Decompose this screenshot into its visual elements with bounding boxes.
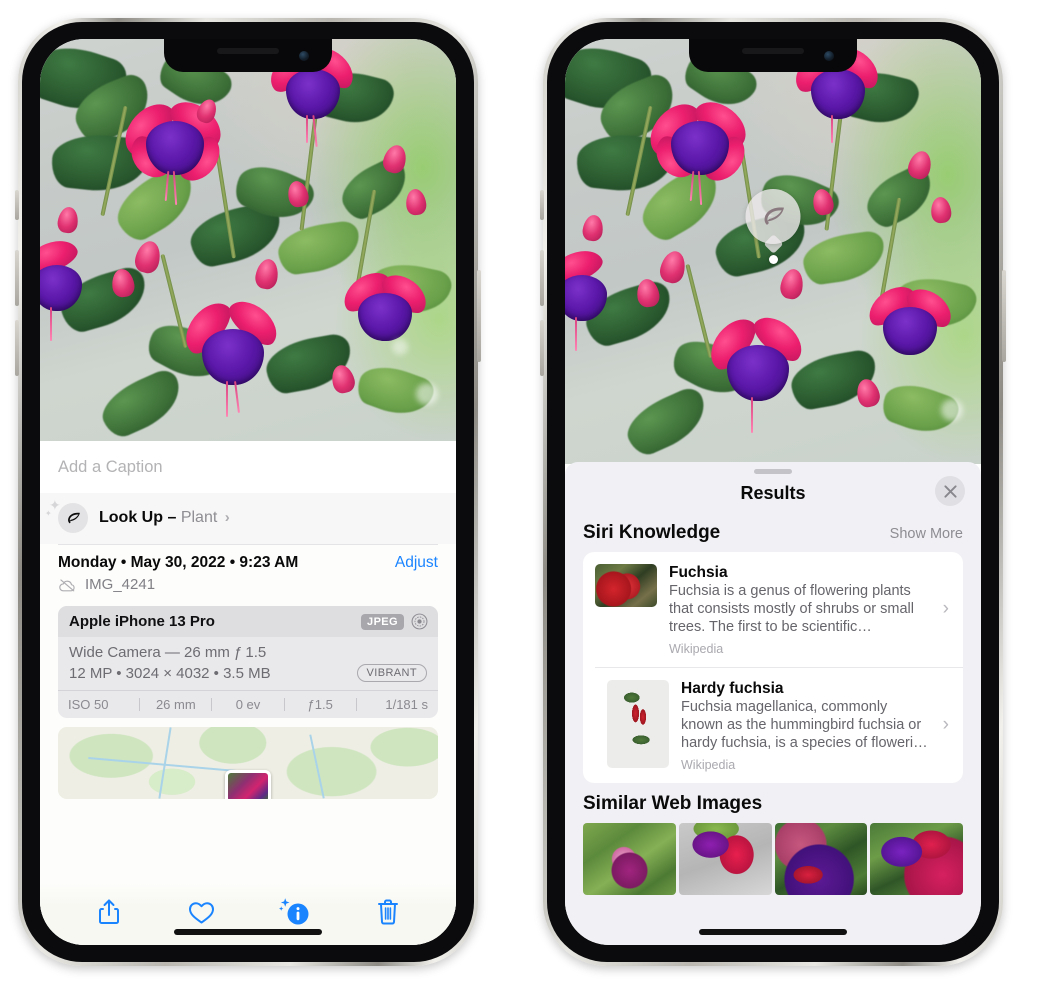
- chevron-right-icon: ›: [942, 714, 949, 736]
- exif-stat-shutter: 1/181 s: [385, 697, 429, 712]
- favorite-button[interactable]: [180, 892, 224, 932]
- badge-dot: [768, 255, 778, 264]
- list-item[interactable]: Hardy fuchsia Fuchsia magellanica, commo…: [595, 666, 963, 783]
- home-indicator[interactable]: [174, 929, 322, 935]
- info-button[interactable]: [273, 892, 317, 932]
- knowledge-source: Wikipedia: [669, 641, 724, 656]
- photo-info-panel: Add a Caption ✦ ✦ Look Up – Plant › Mond…: [40, 441, 456, 945]
- web-image-1[interactable]: [583, 822, 676, 895]
- left-phone: Add a Caption ✦ ✦ Look Up – Plant › Mond…: [15, 18, 481, 966]
- right-screen: Results Siri Knowledge Show More Fuchsia…: [565, 39, 981, 945]
- map-photo-pin: [225, 770, 271, 799]
- web-image-3[interactable]: [774, 822, 868, 895]
- adjust-button[interactable]: Adjust: [395, 554, 438, 572]
- raw-aperture-icon: [411, 613, 428, 630]
- results-sheet: Results Siri Knowledge Show More Fuchsia…: [565, 462, 981, 945]
- siri-knowledge-header: Siri Knowledge Show More: [565, 512, 981, 552]
- sheet-title: Results: [740, 482, 806, 503]
- volume-up-button[interactable]: [540, 250, 544, 306]
- look-up-subject: Plant: [180, 509, 218, 526]
- photo-fuchsia-plant[interactable]: [40, 39, 456, 441]
- photo-fuchsia-plant[interactable]: [565, 39, 981, 464]
- exif-stat-focal: 26 mm: [155, 697, 196, 712]
- heart-icon: [189, 901, 214, 923]
- knowledge-snippet: Fuchsia is a genus of flowering plants t…: [669, 583, 914, 635]
- leaf-icon: ✦ ✦: [45, 498, 88, 533]
- chevron-right-icon: ›: [942, 598, 949, 620]
- knowledge-snippet: Fuchsia magellanica, commonly known as t…: [681, 698, 928, 751]
- mute-switch[interactable]: [15, 190, 19, 220]
- cloud-slash-icon: [59, 578, 75, 591]
- caption-input[interactable]: Add a Caption: [40, 441, 456, 493]
- share-icon: [98, 899, 119, 924]
- location-map-thumbnail[interactable]: [58, 727, 438, 799]
- look-up-title: Look Up: [99, 509, 163, 526]
- screenshot-root: Add a Caption ✦ ✦ Look Up – Plant › Mond…: [0, 0, 1055, 985]
- notch: [689, 39, 857, 72]
- exif-stat-aperture: ƒ1.5: [307, 697, 333, 712]
- web-image-2[interactable]: [678, 822, 772, 895]
- list-item[interactable]: Fuchsia Fuchsia is a genus of flowering …: [583, 552, 963, 667]
- volume-up-button[interactable]: [15, 250, 19, 306]
- share-button[interactable]: [87, 892, 131, 932]
- front-camera-icon: [824, 51, 834, 61]
- look-up-row[interactable]: ✦ ✦ Look Up – Plant ›: [40, 493, 456, 544]
- volume-down-button[interactable]: [15, 320, 19, 376]
- style-badge: VIBRANT: [356, 664, 427, 682]
- exif-lens: Wide Camera — 26 mm ƒ 1.5: [69, 644, 267, 661]
- format-badge: JPEG: [361, 613, 404, 630]
- visual-lookup-badge[interactable]: [745, 189, 801, 264]
- notch: [164, 39, 332, 72]
- info-sparkle-icon: [278, 898, 308, 925]
- knowledge-source: Wikipedia: [681, 757, 736, 772]
- home-indicator[interactable]: [699, 929, 847, 935]
- exif-size: 12 MP • 3024 × 4032 • 3.5 MB: [69, 664, 271, 682]
- section-title: Siri Knowledge: [583, 522, 721, 543]
- chevron-right-icon: ›: [224, 509, 230, 526]
- knowledge-title: Hardy fuchsia: [681, 679, 784, 697]
- look-up-label: Look Up – Plant ›: [99, 509, 230, 527]
- knowledge-thumbnail: [607, 679, 669, 768]
- knowledge-card-list: Fuchsia Fuchsia is a genus of flowering …: [583, 552, 963, 783]
- earpiece-speaker: [742, 48, 804, 54]
- left-screen: Add a Caption ✦ ✦ Look Up – Plant › Mond…: [40, 39, 456, 945]
- sparkle-icon-small: ✦: [45, 509, 52, 518]
- exif-stat-iso: ISO 50: [68, 697, 109, 712]
- exif-device: Apple iPhone 13 Pro: [69, 613, 215, 630]
- delete-button[interactable]: [366, 892, 410, 932]
- web-image-4[interactable]: [870, 822, 963, 895]
- section-title: Similar Web Images: [583, 792, 763, 814]
- leaf-icon: [745, 189, 801, 244]
- exif-card[interactable]: Apple iPhone 13 Pro JPEG Wide Camera — 2…: [58, 606, 438, 718]
- volume-down-button[interactable]: [540, 320, 544, 376]
- similar-web-images-header: Similar Web Images: [565, 783, 981, 820]
- knowledge-title: Fuchsia: [669, 564, 728, 581]
- right-phone: Results Siri Knowledge Show More Fuchsia…: [540, 18, 1006, 966]
- earpiece-speaker: [217, 48, 279, 54]
- trash-icon: [377, 899, 398, 925]
- exif-stats: ISO 50 26 mm 0 ev ƒ1.5 1/181 s: [58, 690, 438, 718]
- power-button[interactable]: [1002, 270, 1006, 362]
- exif-stat-ev: 0 ev: [235, 697, 261, 712]
- show-more-button[interactable]: Show More: [890, 526, 963, 542]
- power-button[interactable]: [477, 270, 481, 362]
- photo-toolbar: [40, 883, 456, 945]
- mute-switch[interactable]: [540, 190, 544, 220]
- front-camera-icon: [299, 51, 309, 61]
- look-up-dash: –: [167, 509, 177, 526]
- photo-date: Monday • May 30, 2022 • 9:23 AM: [58, 554, 299, 571]
- web-image-strip[interactable]: [565, 822, 981, 895]
- photo-filename: IMG_4241: [85, 576, 156, 593]
- close-icon: [943, 484, 957, 498]
- knowledge-thumbnail: [595, 564, 657, 607]
- photo-metadata: Monday • May 30, 2022 • 9:23 AM Adjust I…: [40, 545, 456, 600]
- close-button[interactable]: [935, 476, 965, 506]
